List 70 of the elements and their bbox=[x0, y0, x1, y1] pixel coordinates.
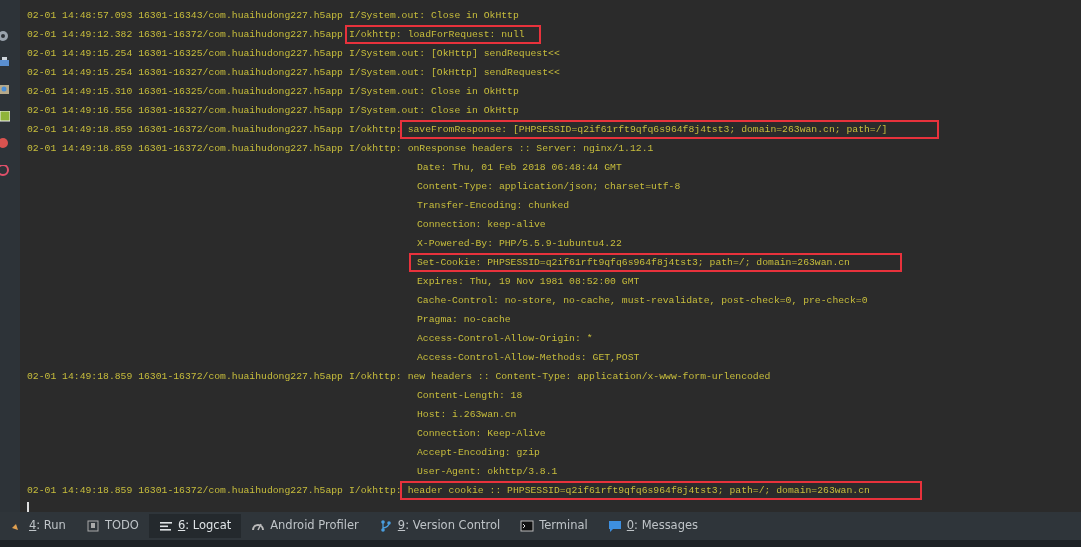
log-message: Content-Length: 18 bbox=[417, 389, 523, 403]
log-message: [OkHttp] sendRequest<< bbox=[431, 47, 560, 61]
log-message: onResponse headers :: Server: nginx/1.12.1 bbox=[407, 142, 654, 156]
tab-label: 6: Logcat bbox=[177, 517, 232, 535]
log-message: Pragma: no-cache bbox=[417, 313, 511, 327]
log-message: header cookie :: PHPSESSID=q2if61rft9qfq6s964f8j4tst3; path=/; domain=263wan.cn bbox=[407, 484, 870, 498]
log-message: loadForRequest: null bbox=[407, 28, 525, 42]
log-message: Connection: keep-alive bbox=[417, 218, 546, 232]
log-tag: I/System.out: bbox=[348, 82, 425, 101]
log-message: [OkHttp] sendRequest<< bbox=[431, 66, 560, 80]
log-message: Accept-Encoding: gzip bbox=[417, 446, 540, 460]
log-message: Cache-Control: no-store, no-cache, must-revalidate, post-check=0, pre-check=0 bbox=[417, 294, 868, 308]
log-message: new headers :: Content-Type: application/x-www-form-urlencoded bbox=[407, 370, 771, 384]
log-message: User-Agent: okhttp/3.8.1 bbox=[417, 465, 558, 479]
log-tag: I/System.out: bbox=[348, 101, 425, 120]
tab-label: 9: Version Control bbox=[397, 517, 501, 535]
log-message: Set-Cookie: PHPSESSID=q2if61rft9qfq6s964f8j4tst3; path=/; domain=263wan.cn bbox=[417, 256, 850, 270]
todo-icon bbox=[85, 519, 100, 533]
log-prefix: 02-01 14:49:18.859 16301-16372/com.huaihudong227.h5app bbox=[27, 370, 343, 384]
log-tag: I/okhttp: bbox=[348, 120, 402, 139]
lines-icon bbox=[158, 519, 173, 533]
log-message: Access-Control-Allow-Origin: * bbox=[417, 332, 593, 346]
log-message: Transfer-Encoding: chunked bbox=[417, 199, 570, 213]
log-prefix: 02-01 14:49:16.556 16301-16327/com.huaihudong227.h5app bbox=[27, 104, 343, 118]
log-tag: I/okhttp: bbox=[348, 139, 402, 158]
log-message: saveFromResponse: [PHPSESSID=q2if61rft9qfq6s964f8j4tst3; domain=263wan.cn; path=/] bbox=[407, 123, 888, 137]
tool-tab[interactable]: 9: Version Control bbox=[368, 514, 511, 538]
log-tag: I/okhttp: bbox=[348, 481, 402, 500]
log-tag: I/okhttp: bbox=[348, 367, 402, 386]
tab-label: 4: Run bbox=[29, 517, 66, 535]
tool-tab[interactable]: Terminal bbox=[510, 514, 598, 538]
log-prefix: 02-01 14:49:18.859 16301-16372/com.huaihudong227.h5app bbox=[27, 484, 343, 498]
log-message: Expires: Thu, 19 Nov 1981 08:52:00 GMT bbox=[417, 275, 640, 289]
stop-icon[interactable] bbox=[0, 138, 10, 149]
log-message: Close in OkHttp bbox=[431, 104, 519, 118]
log-prefix: 02-01 14:49:18.859 16301-16372/com.huaihudong227.h5app bbox=[27, 123, 343, 137]
tab-label: Terminal bbox=[539, 517, 588, 535]
log-message: Access-Control-Allow-Methods: GET,POST bbox=[417, 351, 640, 365]
log-prefix: 02-01 14:48:57.093 16301-16343/com.huaihudong227.h5app bbox=[27, 9, 343, 23]
log-message: Content-Type: application/json; charset=utf-8 bbox=[417, 180, 681, 194]
tool-tab[interactable]: 4: Run bbox=[0, 514, 76, 538]
log-tag: I/System.out: bbox=[348, 63, 425, 82]
eye-icon[interactable] bbox=[0, 84, 10, 95]
branch-icon bbox=[378, 519, 393, 533]
tab-label: Android Profiler bbox=[270, 517, 359, 535]
log-prefix: 02-01 14:49:18.859 16301-16372/com.huaihudong227.h5app bbox=[27, 142, 343, 156]
gear-icon[interactable] bbox=[0, 30, 10, 41]
tool-tab[interactable]: Android Profiler bbox=[241, 514, 369, 538]
tab-label: TODO bbox=[104, 517, 139, 535]
tab-label: 0: Messages bbox=[626, 517, 699, 535]
log-message: X-Powered-By: PHP/5.5.9-1ubuntu4.22 bbox=[417, 237, 622, 251]
tool-tab[interactable]: 0: Messages bbox=[597, 514, 709, 538]
speech-bubble-icon bbox=[607, 519, 622, 533]
log-prefix: 02-01 14:49:15.254 16301-16327/com.huaihudong227.h5app bbox=[27, 66, 343, 80]
terminal-icon bbox=[520, 519, 535, 533]
log-message: Close in OkHttp bbox=[431, 85, 519, 99]
tool-tab[interactable]: 6: Logcat bbox=[148, 514, 242, 538]
log-message: Close in OkHttp bbox=[431, 9, 519, 23]
log-message: Connection: Keep-Alive bbox=[417, 427, 546, 441]
log-prefix: 02-01 14:49:15.254 16301-16325/com.huaihudong227.h5app bbox=[27, 47, 343, 61]
help-icon[interactable] bbox=[0, 165, 10, 176]
log-tag: I/okhttp: bbox=[348, 27, 402, 42]
log-tag: I/System.out: bbox=[348, 6, 425, 25]
log-tag: I/System.out: bbox=[348, 44, 425, 63]
tool-tab[interactable]: TODO bbox=[75, 514, 149, 538]
log-message: Host: i.263wan.cn bbox=[417, 408, 517, 422]
printer-icon[interactable] bbox=[0, 57, 10, 68]
log-prefix: 02-01 14:49:12.382 16301-16372/com.huaihudong227.h5app bbox=[27, 28, 343, 42]
log-prefix: 02-01 14:49:15.310 16301-16325/com.huaihudong227.h5app bbox=[27, 85, 343, 99]
log-message: Date: Thu, 01 Feb 2018 06:48:44 GMT bbox=[417, 161, 622, 175]
